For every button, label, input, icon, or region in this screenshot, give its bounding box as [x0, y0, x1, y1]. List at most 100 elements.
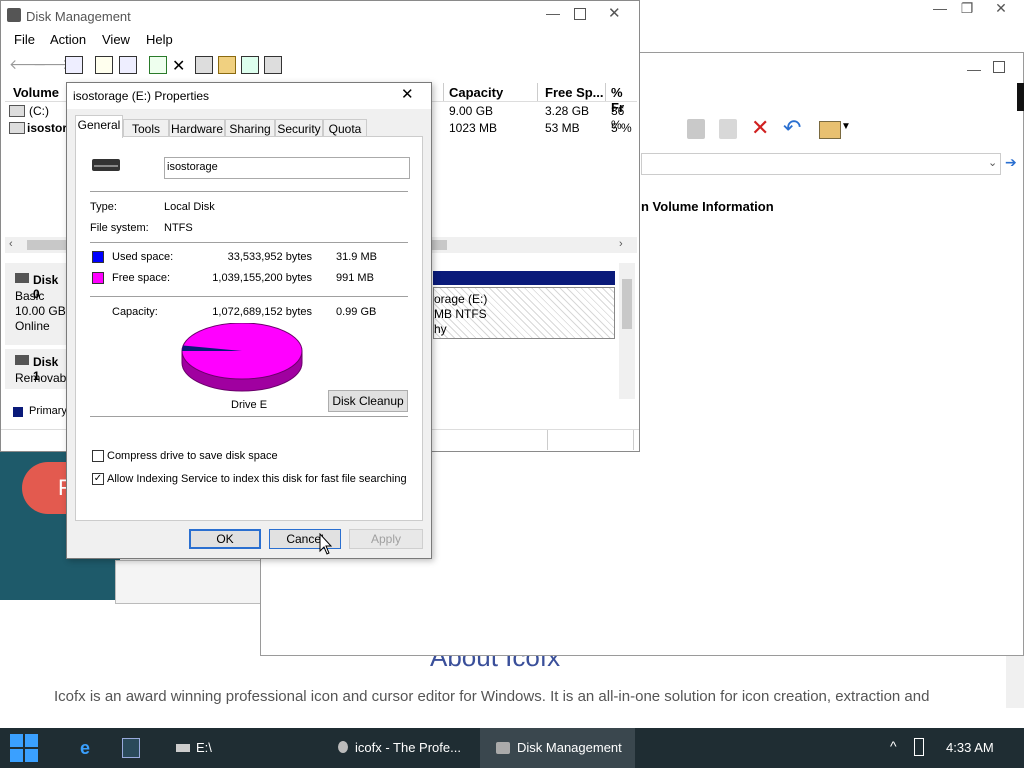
- check-icon[interactable]: [195, 56, 213, 74]
- minimize-icon[interactable]: —: [546, 5, 560, 21]
- close-icon[interactable]: ✕: [608, 4, 621, 22]
- scroll-left-icon[interactable]: ‹: [9, 238, 13, 250]
- back-arrow-icon[interactable]: 🡐: [9, 56, 47, 72]
- go-arrow-icon[interactable]: ➔: [1005, 154, 1017, 171]
- partition-e[interactable]: orage (E:) MB NTFS hy: [433, 287, 615, 339]
- menu-view[interactable]: View: [102, 32, 130, 47]
- volume-capacity: 1023 MB: [449, 121, 498, 135]
- console-tree-icon[interactable]: [65, 56, 83, 74]
- divider: [90, 296, 408, 297]
- address-bar[interactable]: ⌄: [641, 153, 1001, 175]
- taskbar-item-label: E:\: [196, 740, 212, 755]
- ok-button[interactable]: OK: [189, 529, 261, 549]
- minimize-icon[interactable]: —: [925, 0, 955, 18]
- disk-management-icon: [7, 8, 21, 22]
- view-icon[interactable]: [264, 56, 282, 74]
- volume-free-space: 3.28 GB: [545, 104, 590, 118]
- apply-button[interactable]: Apply: [349, 529, 423, 549]
- refresh-icon[interactable]: [149, 56, 167, 74]
- status-divider: [547, 430, 548, 450]
- close-icon[interactable]: ✕: [401, 85, 414, 103]
- open-folder-icon[interactable]: [218, 56, 236, 74]
- legend-swatch: [13, 407, 23, 417]
- file-system-label: File system:: [90, 222, 149, 234]
- drive-letter-label: Drive E: [231, 399, 268, 411]
- restore-icon[interactable]: ❐: [952, 0, 982, 18]
- tab-security[interactable]: Security: [275, 119, 323, 137]
- used-space-label: Used space:: [112, 251, 174, 263]
- menu-action[interactable]: Action: [50, 32, 86, 47]
- used-space-swatch: [92, 251, 104, 263]
- move-to-icon[interactable]: [687, 119, 705, 139]
- delete-icon[interactable]: ✕: [751, 115, 769, 141]
- column-divider[interactable]: [537, 83, 538, 101]
- volume-name-input[interactable]: isostorage: [164, 157, 410, 179]
- menu-bar: File Action View Help: [1, 29, 639, 51]
- free-space-size: 991 MB: [336, 272, 374, 284]
- drive-icon: [176, 744, 190, 752]
- title-bar: Disk Management — ✕: [1, 1, 639, 29]
- type-value: Local Disk: [164, 201, 215, 213]
- usb-icon[interactable]: [914, 738, 924, 756]
- column-divider[interactable]: [443, 83, 444, 101]
- drive-icon: [9, 105, 25, 117]
- used-space-size: 31.9 MB: [336, 251, 377, 263]
- disk-cleanup-button[interactable]: Disk Cleanup: [328, 390, 408, 412]
- capacity-bytes: 1,072,689,152 bytes: [212, 306, 312, 318]
- menu-help[interactable]: Help: [146, 32, 173, 47]
- column-capacity[interactable]: Capacity: [449, 85, 503, 100]
- free-space-bytes: 1,039,155,200 bytes: [212, 272, 312, 284]
- help-icon[interactable]: [95, 56, 113, 74]
- divider: [90, 242, 408, 243]
- maximize-icon[interactable]: [574, 8, 586, 20]
- chevron-down-icon[interactable]: ▼: [841, 121, 851, 132]
- browser-icon: [338, 741, 348, 753]
- menu-file[interactable]: File: [14, 32, 35, 47]
- taskbar-item-icofx[interactable]: icofx - The Profe...: [330, 728, 475, 768]
- scroll-thumb[interactable]: [622, 279, 632, 329]
- tab-hardware[interactable]: Hardware: [169, 119, 225, 137]
- minimize-icon[interactable]: —: [967, 61, 981, 77]
- tab-general[interactable]: General: [75, 115, 123, 138]
- disk-icon: [15, 355, 29, 365]
- properties-dialog: isostorage (E:) Properties ✕ General Too…: [66, 82, 432, 559]
- column-volume[interactable]: Volume: [13, 85, 59, 100]
- disk0-header[interactable]: Disk 0 Basic 10.00 GB Online: [5, 263, 67, 345]
- forward-arrow-icon[interactable]: 🡒: [33, 56, 71, 72]
- chevron-up-icon[interactable]: ^: [890, 738, 897, 754]
- indexing-checkbox[interactable]: ✓: [92, 473, 104, 485]
- internet-explorer-icon[interactable]: e: [80, 738, 90, 759]
- taskbar-item-drive-e[interactable]: E:\: [160, 728, 270, 768]
- views-icon[interactable]: [819, 121, 841, 139]
- background-window-edge: [115, 560, 263, 604]
- copy-to-icon[interactable]: [719, 119, 737, 139]
- tab-tools[interactable]: Tools: [123, 119, 169, 137]
- close-icon[interactable]: ✕: [986, 0, 1016, 18]
- properties-icon[interactable]: [119, 56, 137, 74]
- start-icon[interactable]: [10, 734, 38, 762]
- tab-sharing[interactable]: Sharing: [225, 119, 275, 137]
- tab-quota[interactable]: Quota: [323, 119, 367, 137]
- taskbar-item-disk-management[interactable]: Disk Management: [480, 728, 635, 768]
- search-icon[interactable]: [241, 56, 259, 74]
- scroll-right-icon[interactable]: ›: [619, 238, 623, 250]
- folder-item[interactable]: n Volume Information: [641, 199, 774, 214]
- undo-icon[interactable]: ↶: [783, 115, 801, 141]
- column-free-space[interactable]: Free Sp...: [545, 85, 604, 100]
- file-system-value: NTFS: [164, 222, 193, 234]
- column-divider[interactable]: [605, 83, 606, 101]
- toolbar: 🡐 🡒 ✕: [1, 53, 639, 75]
- general-tab-panel: isostorage Type: Local Disk File system:…: [75, 136, 423, 521]
- delete-icon[interactable]: ✕: [172, 56, 188, 75]
- divider: [90, 416, 408, 417]
- compress-checkbox[interactable]: [92, 450, 104, 462]
- status-divider: [633, 430, 634, 450]
- disk1-header[interactable]: Disk 1 Removab: [5, 349, 67, 389]
- partition-name: orage (E:): [434, 292, 488, 306]
- clock[interactable]: 4:33 AM: [946, 740, 994, 755]
- chevron-down-icon[interactable]: ⌄: [988, 156, 997, 169]
- maximize-icon[interactable]: [993, 61, 1005, 73]
- app-icon[interactable]: [122, 738, 140, 758]
- capacity-label: Capacity:: [112, 306, 158, 318]
- vertical-scrollbar[interactable]: [619, 263, 635, 399]
